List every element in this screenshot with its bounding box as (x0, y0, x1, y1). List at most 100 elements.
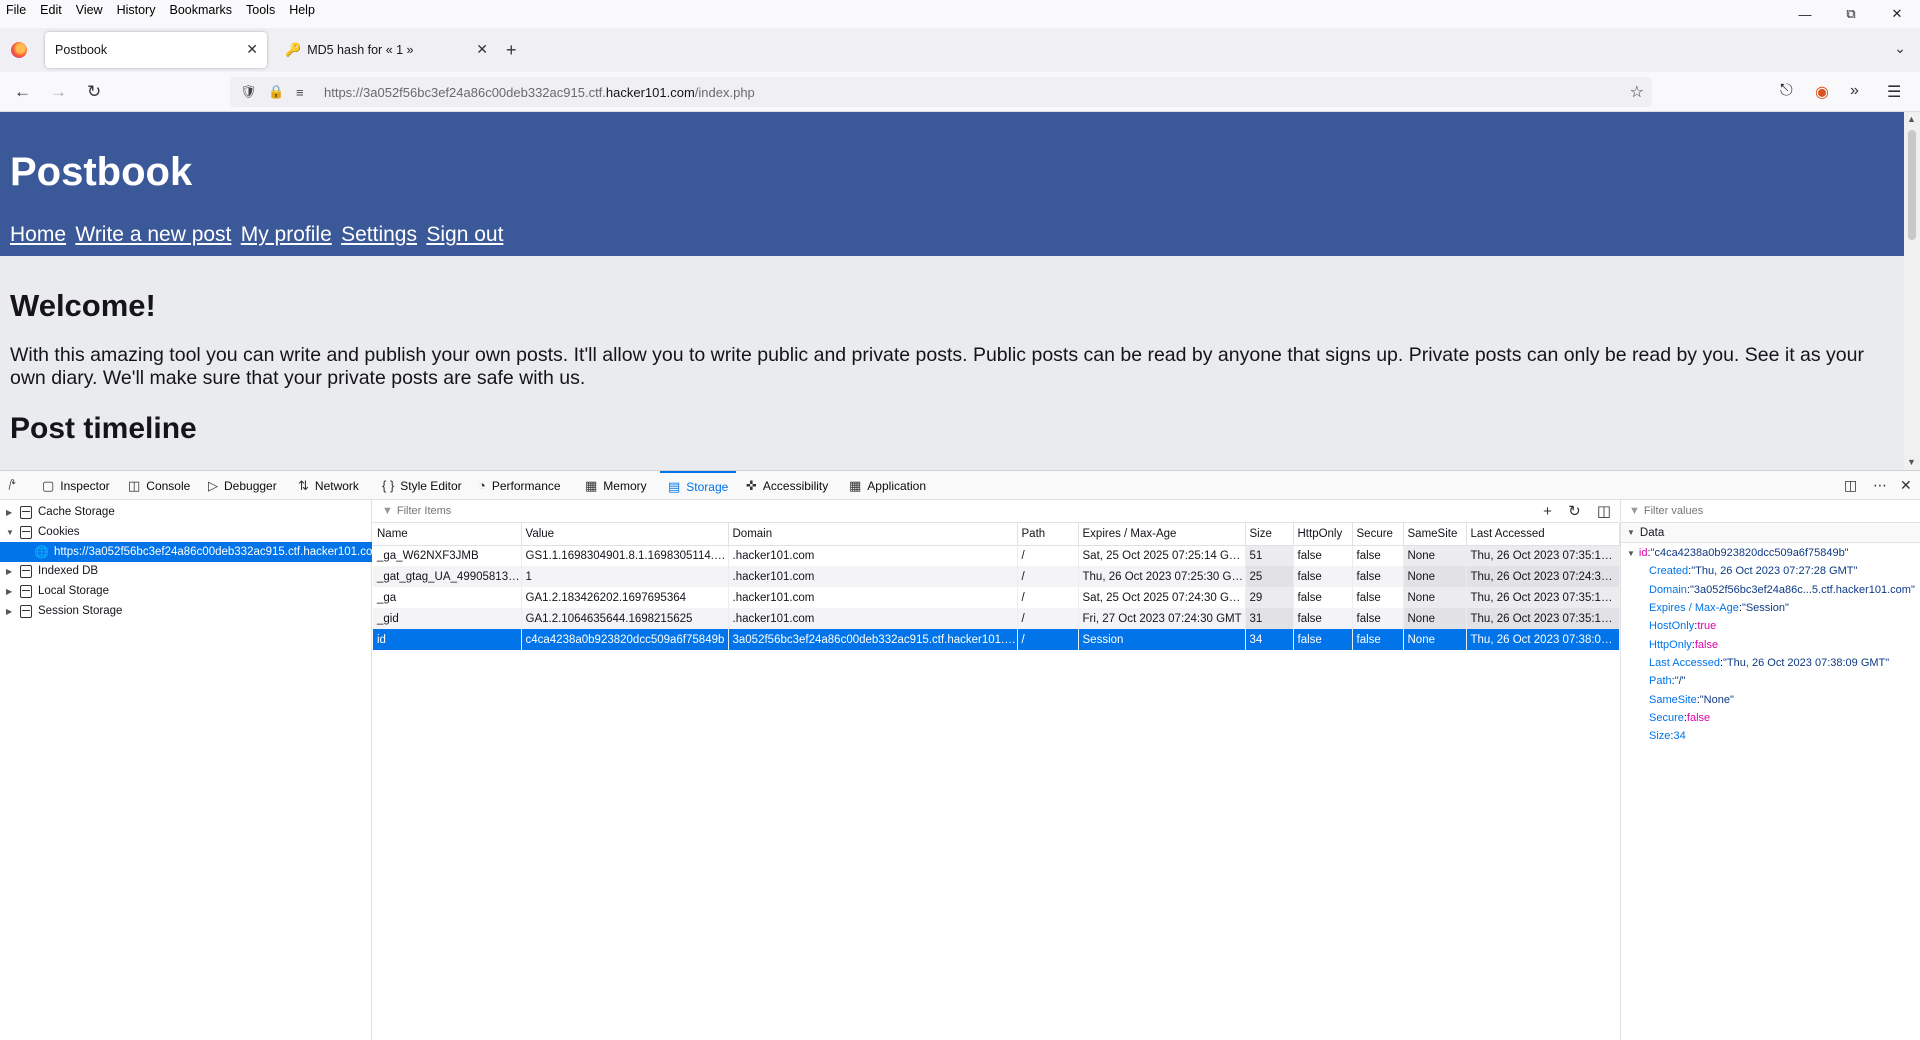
nav-settings-link[interactable]: Settings (341, 223, 417, 246)
table-row-selected[interactable]: id c4ca4238a0b923820dcc509a6f75849b 3a05… (373, 629, 1620, 650)
column-header[interactable]: HttpOnly (1293, 523, 1353, 546)
prop-root[interactable]: ▼ id: "c4ca4238a0b923820dcc509a6f75849b" (1621, 544, 1920, 562)
tab-inspector[interactable]: ▢ Inspector (42, 471, 110, 500)
tab-performance[interactable]: ◔ Performance (478, 471, 561, 500)
tab-style-editor[interactable]: { } Style Editor (382, 471, 462, 500)
expand-arrow-icon[interactable]: ▶ (6, 587, 16, 596)
list-all-tabs-icon[interactable]: ⌄ (1894, 40, 1906, 57)
scrollbar-thumb[interactable] (1908, 130, 1916, 240)
tab-debugger[interactable]: ▷ Debugger (208, 471, 277, 500)
shield-icon[interactable]: 🛡 (240, 84, 258, 100)
tab-network[interactable]: ⇅ Network (298, 471, 359, 500)
menu-tools[interactable]: Tools (246, 3, 275, 17)
table-row[interactable]: _ga_W62NXF3JMB GS1.1.1698304901.8.1.1698… (373, 545, 1620, 566)
collapse-arrow-icon[interactable]: ▼ (6, 528, 16, 537)
expand-arrow-icon[interactable]: ▶ (6, 567, 16, 576)
add-item-icon[interactable]: + (1543, 503, 1552, 520)
table-row[interactable]: _gat_gtag_UA_49905813_2 1 .hacker101.com… (373, 566, 1620, 587)
tab-md5-hash[interactable]: 🔑 MD5 hash for « 1 » ✕ (275, 32, 497, 68)
tree-item-indexed-db[interactable]: ▶ Indexed DB (0, 561, 372, 581)
menu-edit[interactable]: Edit (40, 3, 62, 17)
scroll-up-icon[interactable]: ▲ (1907, 114, 1916, 124)
nav-write-post-link[interactable]: Write a new post (75, 223, 231, 246)
column-header[interactable]: SameSite (1403, 523, 1467, 546)
tab-postbook[interactable]: Postbook ✕ (45, 32, 267, 68)
tab-application[interactable]: ▦ Application (849, 471, 926, 500)
nav-my-profile-link[interactable]: My profile (241, 223, 332, 246)
tab-memory[interactable]: ▦ Memory (585, 471, 647, 500)
refresh-icon[interactable]: ↻ (1568, 503, 1581, 520)
close-tab-icon[interactable]: ✕ (246, 41, 258, 58)
account-avatar-icon[interactable]: ◉ (1815, 82, 1829, 102)
expand-arrow-icon[interactable]: ▶ (6, 508, 16, 517)
tab-accessibility[interactable]: ✜ Accessibility (746, 471, 828, 500)
cell-last-accessed: Thu, 26 Oct 2023 07:38:09 GMT (1466, 629, 1620, 650)
prop-row[interactable]: Path: "/" (1621, 672, 1920, 690)
lock-icon[interactable]: 🔒 (268, 84, 286, 100)
tree-item-local-storage[interactable]: ▶ Local Storage (0, 581, 372, 601)
page-scrollbar[interactable]: ▲ ▼ (1904, 112, 1920, 470)
column-header[interactable]: Name (373, 523, 522, 546)
close-tab-icon[interactable]: ✕ (476, 41, 488, 58)
column-header[interactable]: Secure (1352, 523, 1404, 546)
back-icon[interactable]: ← (14, 82, 31, 102)
forward-icon[interactable]: → (50, 82, 67, 102)
nav-sign-out-link[interactable]: Sign out (426, 223, 503, 246)
devtools-menu-icon[interactable]: ⋯ (1873, 477, 1887, 494)
prop-row[interactable]: HttpOnly: false (1621, 635, 1920, 653)
menu-help[interactable]: Help (289, 3, 315, 17)
prop-row[interactable]: Expires / Max-Age: "Session" (1621, 599, 1920, 617)
extensions-icon[interactable]: ⎋ (1780, 82, 1793, 100)
restore-icon[interactable]: ⧉ (1828, 0, 1874, 28)
prop-row[interactable]: Size:34 (1621, 727, 1920, 745)
prop-row[interactable]: HostOnly: true (1621, 617, 1920, 635)
dock-side-icon[interactable]: ◫ (1844, 477, 1857, 494)
prop-row[interactable]: Domain: "3a052f56bc3ef24a86c...5.ctf.hack… (1621, 581, 1920, 599)
tree-item-cookie-host[interactable]: 🌐 https://3a052f56bc3ef24a86c00deb332ac91… (0, 542, 382, 562)
column-header[interactable]: Value (521, 523, 729, 546)
new-tab-icon[interactable]: + (506, 40, 517, 61)
prop-value: false (1686, 711, 1711, 724)
expand-arrow-icon[interactable]: ▶ (6, 607, 16, 616)
column-header[interactable]: Path (1017, 523, 1079, 546)
firefox-logo-icon[interactable] (11, 42, 27, 58)
collapse-arrow-icon[interactable]: ▼ (1627, 528, 1635, 537)
table-row[interactable]: _gid GA1.2.1064635644.1698215625 .hacker… (373, 608, 1620, 629)
filter-values-input[interactable] (1643, 505, 1786, 517)
toggle-sidebar-icon[interactable]: ◫ (1597, 503, 1611, 520)
tree-item-session-storage[interactable]: ▶ Session Storage (0, 601, 372, 621)
tree-item-cache-storage[interactable]: ▶ Cache Storage (0, 502, 372, 522)
prop-row[interactable]: Last Accessed: "Thu, 26 Oct 2023 07:38:09… (1621, 654, 1920, 672)
url-text[interactable]: https://3a052f56bc3ef24a86c00deb332ac915… (324, 85, 755, 100)
close-window-icon[interactable]: ✕ (1874, 0, 1920, 28)
tree-item-cookies[interactable]: ▼ Cookies (0, 522, 372, 542)
filter-items-input[interactable] (396, 505, 997, 517)
column-header[interactable]: Size (1245, 523, 1294, 546)
tab-console[interactable]: ◫ Console (128, 471, 190, 500)
column-header[interactable]: Last Accessed (1466, 523, 1620, 546)
minimize-icon[interactable]: — (1782, 0, 1828, 28)
menu-history[interactable]: History (117, 3, 156, 17)
permissions-icon[interactable]: ≡ (296, 85, 314, 100)
element-picker-icon[interactable]: ⭚ (8, 477, 16, 494)
nav-home-link[interactable]: Home (10, 223, 66, 246)
data-section-header[interactable]: ▼ Data (1621, 523, 1920, 543)
column-header[interactable]: Expires / Max-Age (1078, 523, 1246, 546)
tab-storage[interactable]: ▤ Storage (660, 471, 737, 500)
menu-file[interactable]: File (6, 3, 26, 17)
reload-icon[interactable]: ↻ (87, 82, 101, 102)
table-row[interactable]: _ga GA1.2.183426202.1697695364 .hacker10… (373, 587, 1620, 608)
bookmark-star-icon[interactable]: ☆ (1630, 82, 1644, 102)
menu-view[interactable]: View (76, 3, 103, 17)
prop-row[interactable]: SameSite: "None" (1621, 690, 1920, 708)
prop-row[interactable]: Created: "Thu, 26 Oct 2023 07:27:28 GMT" (1621, 562, 1920, 580)
prop-row[interactable]: Secure: false (1621, 709, 1920, 727)
column-header[interactable]: Domain (728, 523, 1018, 546)
menu-bookmarks[interactable]: Bookmarks (169, 3, 232, 17)
app-menu-icon[interactable]: ☰ (1887, 82, 1901, 102)
scroll-down-icon[interactable]: ▼ (1907, 457, 1916, 467)
collapse-arrow-icon[interactable]: ▼ (1627, 549, 1635, 558)
url-bar[interactable]: 🛡 🔒 ≡ https://3a052f56bc3ef24a86c00deb33… (230, 77, 1652, 107)
close-devtools-icon[interactable]: ✕ (1900, 477, 1912, 494)
more-tools-icon[interactable]: » (1850, 82, 1859, 100)
